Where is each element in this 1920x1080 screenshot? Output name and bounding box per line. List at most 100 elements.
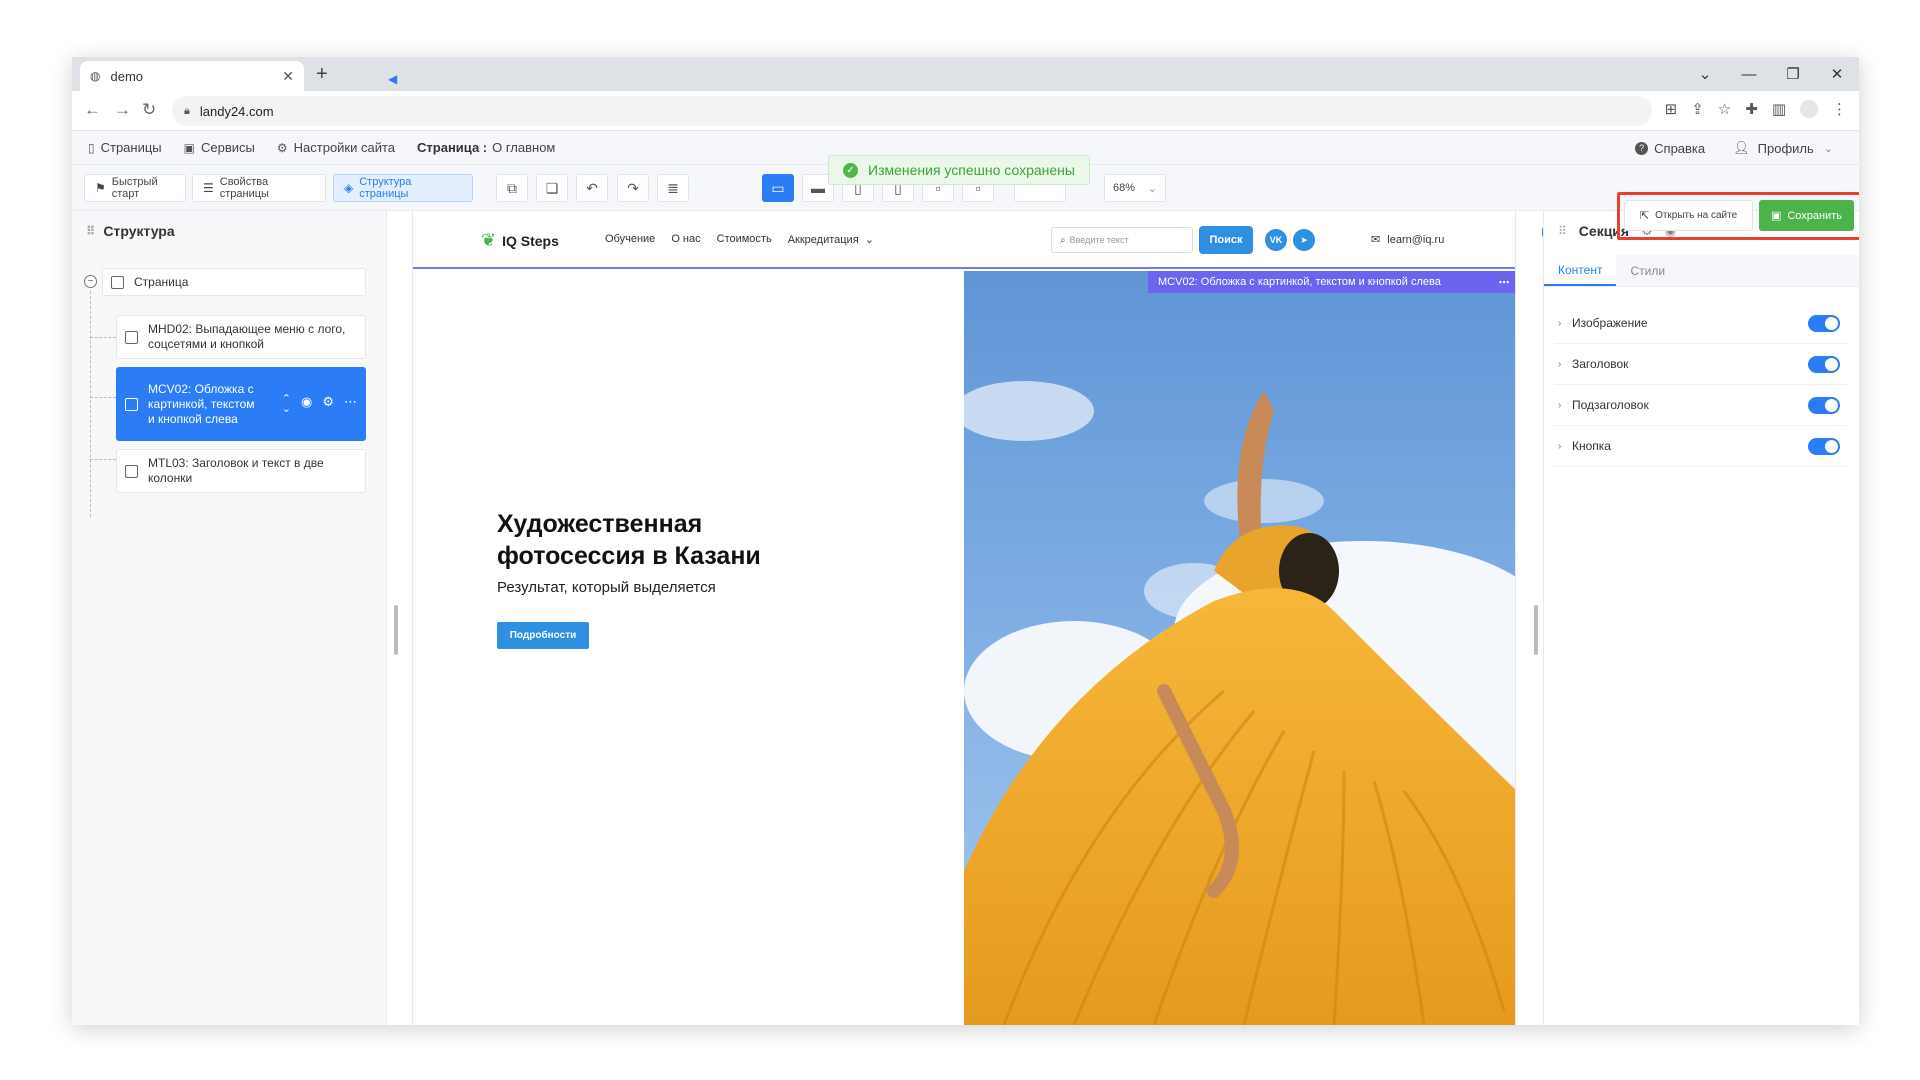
drag-handle-icon[interactable]: ⠿ — [1558, 224, 1567, 238]
panel-resize-handle[interactable] — [1534, 605, 1538, 655]
restore-icon[interactable]: ❐ — [1771, 65, 1815, 83]
property-button[interactable]: › Кнопка — [1554, 426, 1850, 467]
site-nav-item[interactable]: Стоимость — [717, 233, 772, 246]
sidebar-icon[interactable]: ▥ — [1772, 100, 1786, 118]
copy-icon[interactable]: ⧉ — [496, 174, 528, 202]
gear-icon[interactable]: ⚙ — [322, 394, 334, 414]
eye-icon[interactable]: ◉ — [301, 394, 312, 414]
structure-panel: ⠿ Структура − Страница MHD02: Выпадающее… — [72, 211, 387, 1025]
menu-site-settings[interactable]: ⚙ Настройки сайта — [277, 140, 395, 155]
checkbox[interactable] — [125, 330, 138, 344]
tree-node-mtl03[interactable]: MTL03: Заголовок и текст в две колонки — [116, 449, 366, 493]
toggle-switch[interactable] — [1808, 396, 1840, 414]
more-icon[interactable]: ⋯ — [344, 394, 357, 414]
quick-start-button[interactable]: ⚑ Быстрый старт — [84, 174, 186, 202]
undo-icon[interactable]: ↶ — [576, 174, 608, 202]
floppy-icon: ▣ — [1770, 210, 1782, 222]
menu-services[interactable]: ▣ Сервисы — [184, 140, 255, 155]
hero-details-button[interactable]: Подробности — [497, 622, 589, 649]
save-button[interactable]: ▣ Сохранить — [1759, 200, 1854, 231]
structure-header: ⠿ Структура — [86, 223, 175, 239]
back-icon[interactable]: ← — [84, 100, 101, 120]
forward-icon[interactable]: → — [114, 100, 131, 120]
checkbox[interactable] — [125, 397, 138, 411]
reload-icon[interactable]: ↻ — [142, 100, 156, 120]
menu-pages[interactable]: ▯ Страницы — [88, 140, 162, 155]
property-label: Заголовок — [1572, 357, 1629, 371]
site-search-button[interactable]: Поиск — [1199, 226, 1253, 254]
hero-subtitle[interactable]: Результат, который выделяется — [497, 579, 716, 596]
site-email[interactable]: ✉ learn@iq.ru — [1371, 233, 1444, 246]
redo-icon[interactable]: ↷ — [617, 174, 649, 202]
help-link[interactable]: ? Справка — [1635, 141, 1705, 156]
toggle-switch[interactable] — [1808, 355, 1840, 373]
collapse-left-icon[interactable]: ◀ — [388, 72, 397, 86]
site-logo[interactable]: ❦ IQ Steps — [481, 230, 559, 251]
share-icon[interactable]: ⇪ — [1691, 100, 1704, 118]
close-window-icon[interactable]: ✕ — [1815, 65, 1859, 83]
minimize-icon[interactable]: — — [1727, 66, 1771, 83]
extensions-icon[interactable]: ✚ — [1745, 100, 1758, 118]
browser-tab[interactable]: ◍ demo ✕ — [80, 61, 304, 91]
checkbox[interactable] — [125, 464, 138, 478]
database-icon[interactable]: ≣ — [657, 174, 689, 202]
tab-title: demo — [110, 68, 144, 84]
hero-title[interactable]: Художественная фотосессия в Казани — [497, 508, 817, 572]
site-nav-item[interactable]: Обучение — [605, 233, 655, 246]
desktop-view-icon[interactable]: ▭ — [762, 174, 794, 202]
checkbox[interactable] — [111, 275, 124, 289]
translate-icon[interactable]: ⊞ — [1665, 100, 1678, 118]
user-icon: 👤︎ — [1733, 140, 1750, 155]
collapse-toggle-icon[interactable]: − — [84, 275, 97, 288]
property-subtitle[interactable]: › Подзаголовок — [1554, 385, 1850, 426]
telegram-icon[interactable]: ➤ — [1293, 229, 1315, 251]
property-title[interactable]: › Заголовок — [1554, 344, 1850, 385]
toggle-switch[interactable] — [1808, 437, 1840, 455]
toast-message: Изменения успешно сохранены — [868, 162, 1075, 178]
page-structure-button[interactable]: ◈ Структура страницы — [333, 174, 473, 202]
tab-styles[interactable]: Стили — [1616, 255, 1679, 286]
property-image[interactable]: › Изображение — [1554, 303, 1850, 344]
site-nav-dropdown[interactable]: Аккредитация ⌄ — [788, 233, 874, 246]
tab-content[interactable]: Контент — [1544, 255, 1617, 286]
site-search-input[interactable]: ⌕ Введите текст — [1051, 227, 1193, 253]
tab-search-icon[interactable]: ⌄ — [1683, 65, 1727, 83]
open-on-site-button[interactable]: ⇱ Открыть на сайте — [1624, 200, 1753, 231]
tab-close-icon[interactable]: ✕ — [282, 68, 294, 85]
site-nav-item[interactable]: О нас — [671, 233, 700, 246]
toggle-switch[interactable] — [1808, 314, 1840, 332]
chevron-right-icon: › — [1558, 317, 1562, 329]
section-label-text: MCV02: Обложка с картинкой, текстом и кн… — [1158, 276, 1441, 288]
new-tab-button[interactable]: + — [316, 63, 328, 86]
search-placeholder: Введите текст — [1069, 235, 1129, 245]
site-header[interactable]: ❦ IQ Steps Обучение О нас Стоимость Аккр… — [413, 211, 1515, 269]
profile-avatar-icon[interactable] — [1800, 100, 1818, 118]
more-icon[interactable]: ⋯ — [1491, 276, 1515, 289]
paste-icon[interactable]: ❏ — [536, 174, 568, 202]
chevron-down-icon: ⌄ — [864, 234, 874, 246]
page-properties-button[interactable]: ☰ Свойства страницы — [192, 174, 326, 202]
quick-start-label: Быстрый старт — [111, 176, 158, 200]
profile-menu[interactable]: 👤︎ Профиль ⌄ — [1733, 140, 1833, 156]
vk-icon[interactable]: VK — [1265, 229, 1287, 251]
reorder-arrows-icon[interactable]: ⌃ ⌄ — [282, 394, 291, 415]
tree-root-page[interactable]: Страница — [102, 268, 366, 296]
hero-image[interactable] — [964, 271, 1515, 1025]
flag-icon: ⚑ — [95, 181, 106, 195]
zoom-value: 68% — [1113, 182, 1136, 194]
kebab-menu-icon[interactable]: ⋮ — [1832, 100, 1847, 118]
page-indicator: Страница : О главном — [417, 140, 555, 155]
star-icon[interactable]: ☆ — [1718, 100, 1731, 118]
drag-handle-icon[interactable]: ⠿ — [86, 224, 95, 238]
tree-node-mhd02[interactable]: MHD02: Выпадающее меню с лого, соцсетями… — [116, 315, 366, 359]
leaf-logo-icon: ❦ — [481, 230, 497, 250]
panel-resize-handle[interactable] — [394, 605, 398, 655]
zoom-select[interactable]: 68% ⌄ — [1104, 174, 1166, 202]
section-label[interactable]: MCV02: Обложка с картинкой, текстом и кн… — [1148, 271, 1515, 293]
tree-node-mcv02[interactable]: MCV02: Обложка с картинкой, текстом и кн… — [116, 367, 366, 441]
site-email-text: learn@iq.ru — [1387, 234, 1445, 246]
site-logo-text: IQ Steps — [502, 232, 559, 249]
structure-title: Структура — [103, 223, 175, 239]
url-input[interactable]: 🔒︎ landy24.com — [172, 96, 1652, 126]
tree-line — [90, 397, 116, 398]
